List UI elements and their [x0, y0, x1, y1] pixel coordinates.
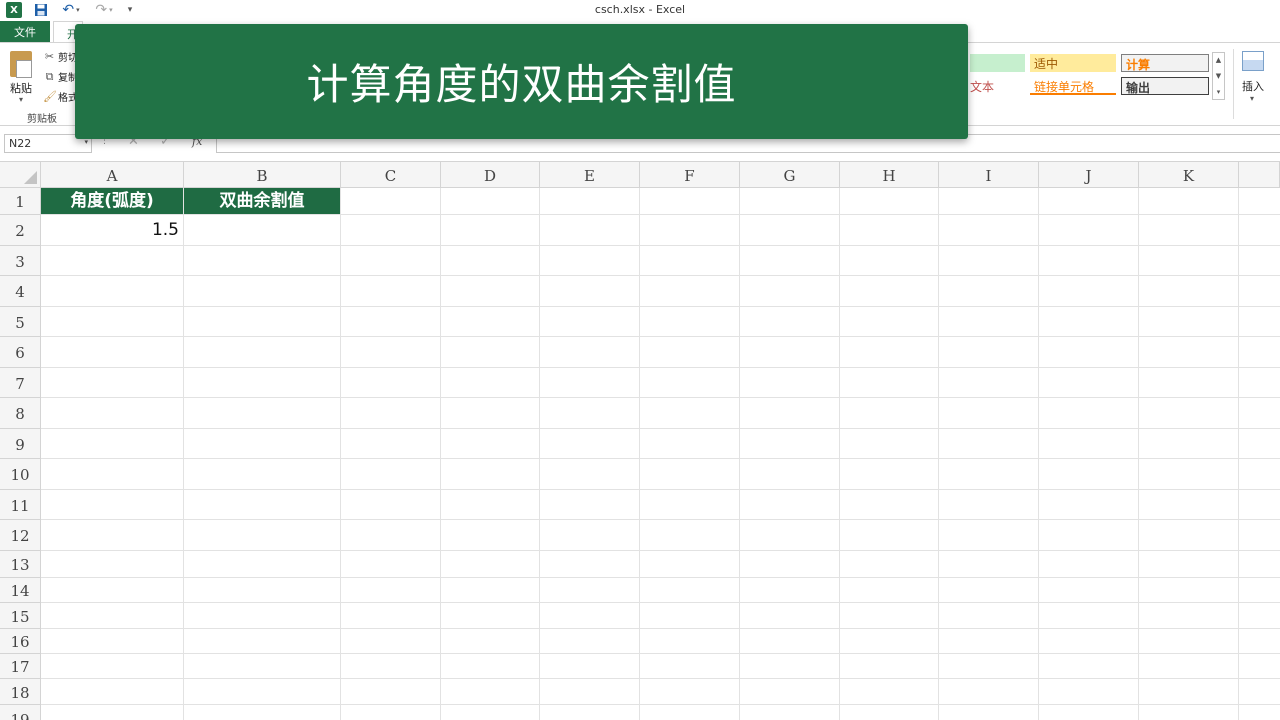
gridline-vertical [539, 188, 540, 720]
tab-file[interactable]: 文件 [0, 21, 50, 42]
paintbrush-icon: 🖌 [43, 90, 57, 103]
window-title: csch.xlsx - Excel [594, 3, 686, 16]
gallery-more-icon[interactable]: ▾ [1213, 85, 1224, 100]
style-linked-cell[interactable]: 链接单元格 [1030, 77, 1116, 95]
name-box-value: N22 [9, 137, 32, 150]
gridline-vertical [183, 188, 184, 720]
paste-dropdown-arrow[interactable]: ▾ [19, 95, 23, 104]
row-header-16[interactable]: 16 [0, 629, 41, 654]
gridline-horizontal [41, 577, 1280, 578]
gridline-horizontal [41, 628, 1280, 629]
gridline-horizontal [41, 428, 1280, 429]
column-header-d[interactable]: D [441, 162, 540, 188]
cell-a1[interactable]: 角度(弧度) [41, 188, 183, 214]
row-header-4[interactable]: 4 [0, 276, 41, 307]
row-header-17[interactable]: 17 [0, 654, 41, 679]
row-header-2[interactable]: 2 [0, 215, 41, 246]
gridline-vertical [1238, 188, 1239, 720]
row-header-13[interactable]: 13 [0, 551, 41, 578]
cell-b1[interactable]: 双曲余割值 [184, 188, 340, 214]
gridline-horizontal [41, 489, 1280, 490]
chevron-down-icon[interactable]: ▾ [84, 138, 88, 146]
gridline-vertical [1038, 188, 1039, 720]
row-header-9[interactable]: 9 [0, 429, 41, 459]
style-good[interactable] [970, 54, 1025, 72]
banner-title: 计算角度的双曲余割值 [306, 60, 737, 109]
title-bar: X ↶ ▾ ↷ ▾ ▾ csch.xlsx - Excel [0, 0, 1280, 21]
column-header-k[interactable]: K [1139, 162, 1239, 188]
row-header-18[interactable]: 18 [0, 679, 41, 705]
column-header-b[interactable]: B [184, 162, 341, 188]
gridline-vertical [839, 188, 840, 720]
column-header-a[interactable]: A [41, 162, 184, 188]
row-header-6[interactable]: 6 [0, 337, 41, 368]
ribbon-separator [1233, 49, 1234, 119]
copy-icon: ⧉ [45, 69, 54, 83]
column-header-e[interactable]: E [540, 162, 640, 188]
column-header-g[interactable]: G [740, 162, 840, 188]
style-neutral[interactable]: 适中 [1030, 54, 1116, 72]
column-header-partial[interactable] [1239, 162, 1280, 188]
style-explanatory-text[interactable]: 文本 [970, 77, 1025, 95]
row-header-7[interactable]: 7 [0, 368, 41, 398]
gridline-horizontal [41, 678, 1280, 679]
gridline-horizontal [41, 550, 1280, 551]
gridline-vertical [938, 188, 939, 720]
gridline-horizontal [41, 275, 1280, 276]
gridline-vertical [739, 188, 740, 720]
clipboard-group-label: 剪贴板 [27, 114, 57, 125]
row-header-10[interactable]: 10 [0, 459, 41, 490]
styles-gallery-scroll: ▲ ▼ ▾ [1212, 52, 1225, 100]
insert-button-label[interactable]: 插入 [1242, 78, 1264, 94]
row-header-11[interactable]: 11 [0, 490, 41, 520]
style-calculation[interactable]: 计算 [1121, 54, 1209, 72]
row-header-19[interactable]: 19 [0, 705, 41, 720]
column-header-i[interactable]: I [939, 162, 1039, 188]
row-header-3[interactable]: 3 [0, 246, 41, 276]
gridline-horizontal [41, 519, 1280, 520]
gridline-horizontal [41, 458, 1280, 459]
gridline-horizontal [41, 397, 1280, 398]
insert-dropdown-arrow[interactable]: ▾ [1250, 94, 1254, 103]
gridline-horizontal [41, 336, 1280, 337]
gridline-vertical [639, 188, 640, 720]
gridline-horizontal [41, 704, 1280, 705]
gridline-vertical [440, 188, 441, 720]
gridline-horizontal [41, 245, 1280, 246]
style-output[interactable]: 输出 [1121, 77, 1209, 95]
scissors-icon: ✂ [44, 50, 55, 63]
row-header-8[interactable]: 8 [0, 398, 41, 429]
row-header-14[interactable]: 14 [0, 578, 41, 603]
title-banner: 计算角度的双曲余割值 [75, 24, 968, 139]
row-header-5[interactable]: 5 [0, 307, 41, 337]
gridline-vertical [340, 188, 341, 720]
column-header-c[interactable]: C [341, 162, 441, 188]
gridline-vertical [1138, 188, 1139, 720]
gallery-down-icon[interactable]: ▼ [1213, 69, 1224, 84]
select-all-button[interactable] [0, 162, 41, 188]
column-header-h[interactable]: H [840, 162, 939, 188]
cut-button[interactable]: ✂ 剪切 [43, 49, 78, 64]
column-header-f[interactable]: F [640, 162, 740, 188]
row-header-12[interactable]: 12 [0, 520, 41, 551]
gridline-horizontal [41, 214, 1280, 215]
format-painter-button[interactable]: 🖌 格式 [43, 89, 78, 104]
gridline-horizontal [41, 367, 1280, 368]
cell-a2[interactable]: 1.5 [41, 215, 183, 245]
column-header-j[interactable]: J [1039, 162, 1139, 188]
paste-icon[interactable] [10, 51, 32, 78]
gridline-horizontal [41, 653, 1280, 654]
row-header-1[interactable]: 1 [0, 188, 41, 215]
gallery-up-icon[interactable]: ▲ [1213, 53, 1224, 68]
copy-button[interactable]: ⧉ 复制 [43, 69, 78, 85]
insert-cells-icon[interactable] [1242, 51, 1264, 71]
worksheet-grid: ABCDEFGHIJK 1 2 3 4 5 6 7 8 9 10 11 12 13 14 15 16 17 18 1… [0, 162, 1280, 720]
gridline-horizontal [41, 306, 1280, 307]
paste-button-label[interactable]: 粘贴 [10, 80, 32, 96]
row-header-15[interactable]: 15 [0, 603, 41, 629]
gridline-horizontal [41, 602, 1280, 603]
